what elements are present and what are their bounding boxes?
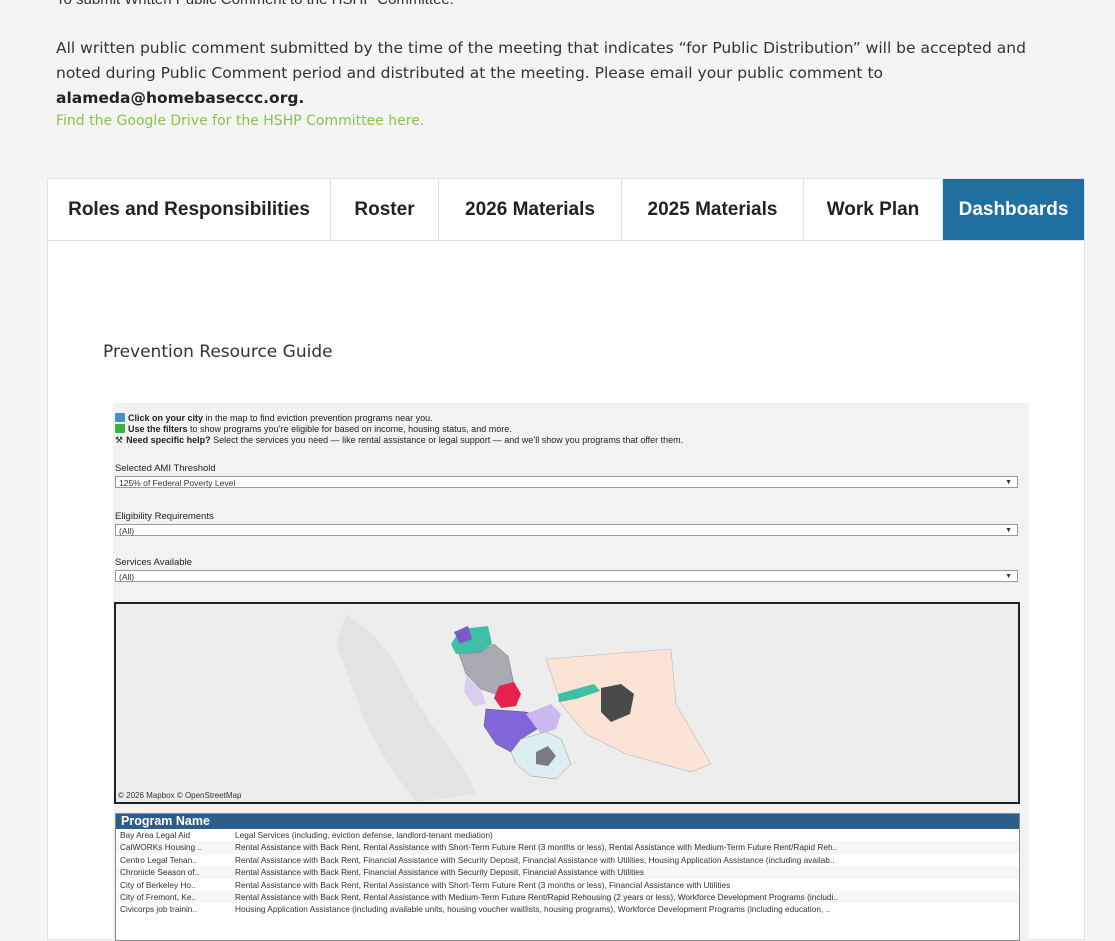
program-name-cell: Civicorps job trainin.. [120, 904, 198, 915]
table-row[interactable]: City of Fremont, Ke.. Rental Assistance w… [116, 890, 1019, 904]
checkmark-icon [115, 424, 125, 433]
program-services-cell: Rental Assistance with Back Rent, Financ… [235, 854, 835, 865]
program-name-cell: Centro Legal Tenan.. [120, 854, 197, 865]
eligibility-filter-label: Eligibility Requirements [115, 511, 214, 522]
google-drive-link[interactable]: Find the Google Drive for the HSHP Commi… [56, 113, 424, 129]
public-comment-text: All written public comment submitted by … [56, 39, 1026, 82]
eligibility-filter-select[interactable]: (All) ▼ [115, 524, 1018, 536]
committee-tabs-panel: Roles and Responsibilities Roster 2026 M… [47, 178, 1085, 941]
chevron-down-icon: ▼ [1005, 527, 1012, 534]
program-name-cell: Chronicle Season of.. [120, 867, 200, 878]
map-icon [115, 413, 125, 422]
chevron-down-icon: ▼ [1005, 479, 1012, 486]
city-map[interactable]: © 2026 Mapbox © OpenStreetMap [114, 602, 1020, 804]
program-name-cell: CalWORKs Housing .. [120, 842, 203, 853]
table-header: Program Name [116, 814, 1019, 829]
programs-table: Program Name Bay Area Legal Aid Legal Ser… [115, 813, 1020, 941]
chevron-down-icon: ▼ [1005, 573, 1012, 580]
program-services-cell: Rental Assistance with Back Rent, Financ… [235, 867, 645, 878]
services-filter-select[interactable]: (All) ▼ [115, 570, 1018, 582]
public-comment-paragraph: All written public comment submitted by … [56, 36, 1066, 111]
instructions: Click on your city in the map to find ev… [115, 413, 684, 445]
program-services-cell: Legal Services (including, eviction defe… [235, 830, 493, 840]
program-services-cell: Rental Assistance with Back Rent, Rental… [235, 879, 731, 890]
table-row[interactable]: CalWORKs Housing .. Rental Assistance wit… [116, 841, 1019, 854]
ami-filter-select[interactable]: 125% of Federal Poverty Level ▼ [115, 476, 1018, 488]
table-row[interactable]: Chronicle Season of.. Rental Assistance w… [116, 866, 1019, 879]
program-services-cell: Rental Assistance with Back Rent, Rental… [235, 842, 838, 853]
dashboard-embed: Click on your city in the map to find ev… [113, 403, 1029, 941]
tab-bar: Roles and Responsibilities Roster 2026 M… [48, 179, 1084, 241]
program-name-cell: City of Berkeley Ho.. [120, 879, 196, 890]
table-row[interactable]: Centro Legal Tenan.. Rental Assistance wi… [116, 854, 1019, 866]
tab-roles-and-responsibilities[interactable]: Roles and Responsibilities [48, 179, 331, 240]
tab-2025-materials[interactable]: 2025 Materials [622, 179, 804, 240]
tab-work-plan[interactable]: Work Plan [804, 179, 943, 240]
guide-title: Prevention Resource Guide [103, 342, 333, 362]
table-row[interactable]: City of Berkeley Ho.. Rental Assistance w… [116, 879, 1019, 891]
program-services-cell: Housing Application Assistance (includin… [235, 904, 831, 915]
program-services-cell: Rental Assistance with Back Rent, Rental… [235, 891, 838, 902]
services-filter-label: Services Available [115, 557, 192, 568]
tab-2026-materials[interactable]: 2026 Materials [439, 179, 622, 240]
program-name-cell: Bay Area Legal Aid [120, 830, 191, 840]
tab-roster[interactable]: Roster [331, 179, 439, 240]
map-credit: © 2026 Mapbox © OpenStreetMap [118, 791, 242, 800]
table-row[interactable]: Civicorps job trainin.. Housing Applicati… [116, 903, 1019, 915]
tools-icon: ⚒ [115, 435, 124, 445]
submit-comment-heading: To submit Written Public Comment to the … [56, 0, 454, 8]
comment-email[interactable]: alameda@homebaseccc.org. [56, 89, 304, 107]
program-name-cell: City of Fremont, Ke.. [120, 891, 197, 902]
table-body: Bay Area Legal Aid Legal Services (includ… [116, 829, 1019, 916]
table-row[interactable]: Bay Area Legal Aid Legal Services (includ… [116, 829, 1019, 841]
ami-filter-label: Selected AMI Threshold [115, 463, 216, 474]
tab-dashboards[interactable]: Dashboards [943, 179, 1084, 240]
